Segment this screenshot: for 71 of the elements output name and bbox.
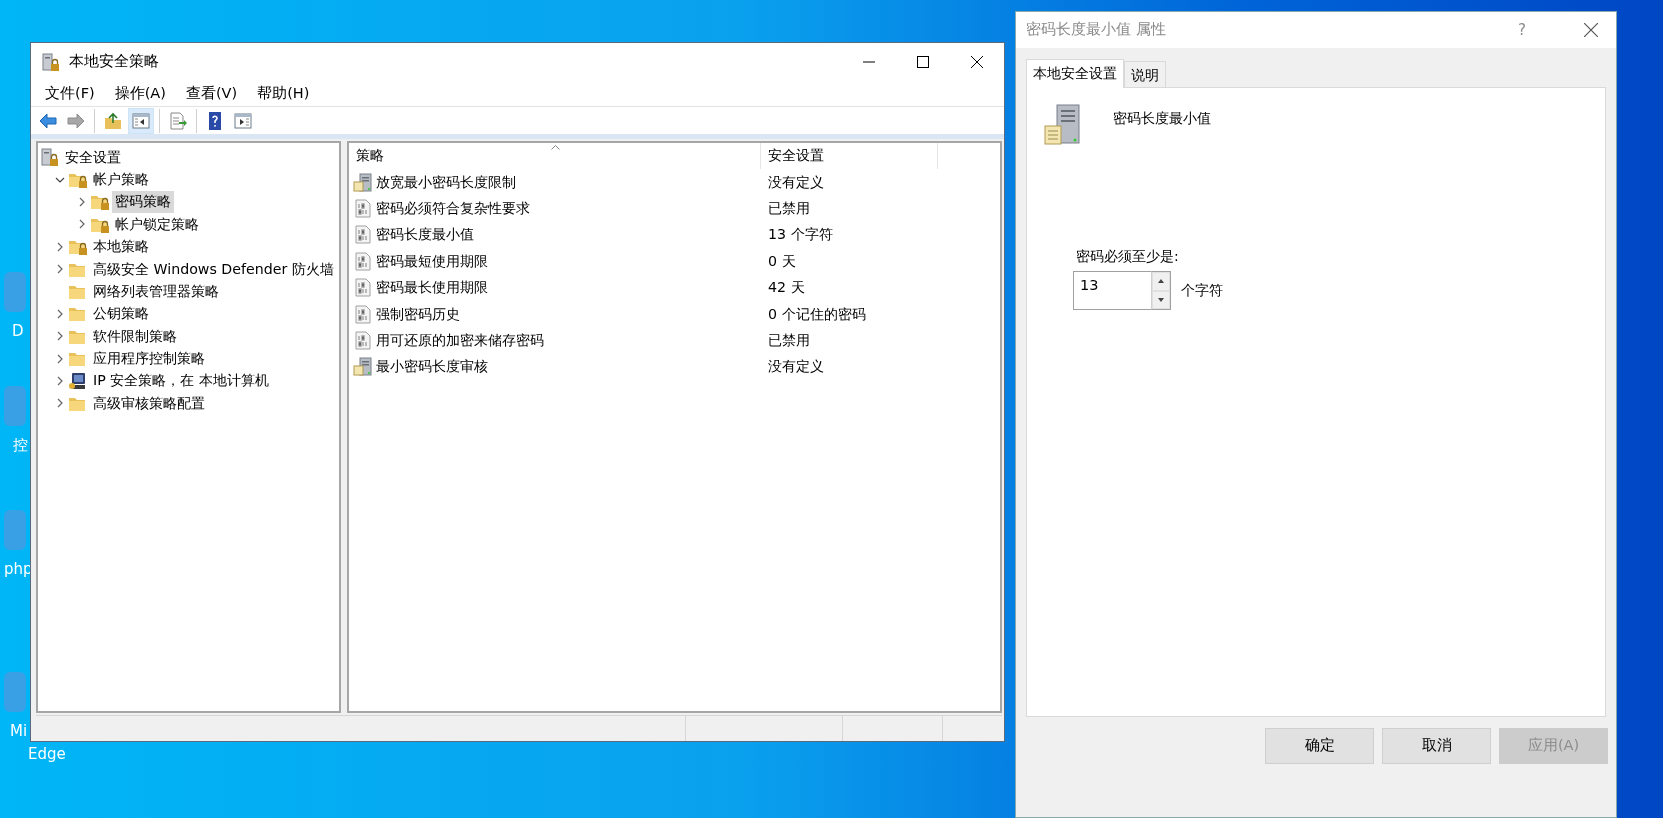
field-label: 密码必须至少是: (1076, 247, 1180, 266)
console-tree-icon[interactable] (131, 110, 151, 131)
table-cell-text: 密码长度最小值 (376, 225, 474, 245)
desktop-icon-label: Mi (10, 722, 28, 741)
server-document-icon (353, 172, 373, 192)
binary-document-icon (353, 225, 373, 245)
tree-item[interactable]: 软件限制策略 (90, 325, 180, 347)
dialog-title: 密码长度最小值 属性 (1026, 20, 1166, 40)
table-cell-text: 用可还原的加密来储存密码 (376, 330, 544, 350)
menu-item[interactable]: 文件(F) (35, 82, 105, 105)
tree-item[interactable]: 密码策略 (112, 191, 174, 213)
server-lock-icon (40, 147, 60, 167)
desktop-icon-label: Edge (28, 745, 66, 764)
help-button[interactable]: ? (1518, 18, 1526, 42)
server-document-icon (353, 357, 373, 377)
binary-document-icon (353, 278, 373, 298)
binary-document-icon (353, 199, 373, 219)
table-cell-text: 42 天 (767, 278, 805, 298)
desktop-icon-label: D (12, 322, 24, 341)
server-document-icon (1043, 104, 1083, 146)
tab[interactable]: 本地安全设置 (1026, 59, 1124, 88)
table-cell-text: 13 个字符 (767, 225, 833, 245)
menu-item[interactable]: 操作(A) (104, 82, 176, 105)
folder-up-icon[interactable] (103, 110, 123, 131)
number-field[interactable]: 13 (1073, 271, 1151, 310)
window-title: 本地安全策略 (69, 52, 159, 72)
maximize-icon[interactable] (917, 54, 929, 70)
tree-item[interactable]: IP 安全策略，在 本地计算机 (90, 370, 272, 392)
dialog-button[interactable]: 确定 (1265, 728, 1374, 764)
table-cell-text: 强制密码历史 (376, 304, 460, 324)
column-header[interactable]: 策略 (349, 143, 761, 169)
sort-caret-icon (551, 145, 560, 150)
menu-item[interactable]: 帮助(H) (247, 82, 320, 105)
tree-item[interactable]: 安全设置 (62, 146, 124, 168)
export-list-icon[interactable] (168, 110, 188, 131)
spin-down-icon[interactable] (1158, 297, 1164, 302)
tree-item[interactable]: 高级安全 Windows Defender 防火墙 (90, 258, 337, 280)
action-pane-icon[interactable] (233, 110, 253, 131)
binary-document-icon (353, 331, 373, 351)
desktop-icon-label: 控 (13, 436, 28, 455)
table-cell-text: 0 天 (767, 251, 796, 271)
binary-document-icon (353, 304, 373, 324)
binary-document-icon (353, 251, 373, 271)
tree-item[interactable]: 帐户策略 (90, 168, 152, 191)
spin-up-icon[interactable] (1158, 279, 1164, 284)
tree-item[interactable]: 帐户锁定策略 (112, 213, 202, 235)
table-cell-text: 已禁用 (767, 330, 810, 350)
dialog-button[interactable]: 取消 (1382, 728, 1491, 764)
tree-item[interactable]: 高级审核策略配置 (90, 392, 208, 415)
server-lock-icon (41, 52, 61, 72)
computer-key-icon (68, 371, 88, 391)
table-cell-text: 放宽最小密码长度限制 (376, 172, 516, 192)
close-icon[interactable] (971, 54, 983, 70)
table-cell-text: 最小密码长度审核 (376, 357, 488, 377)
table-cell-text: 密码最长使用期限 (376, 278, 488, 298)
table-cell-text: 没有定义 (767, 357, 824, 377)
tree-item[interactable]: 网络列表管理器策略 (90, 280, 222, 303)
policy-name: 密码长度最小值 (1113, 109, 1211, 128)
table-cell-text: 0 个记住的密码 (767, 304, 866, 324)
table-cell-text: 密码最短使用期限 (376, 251, 488, 271)
unit-label: 个字符 (1181, 281, 1223, 300)
table-cell-text: 已禁用 (767, 198, 810, 218)
tree-item[interactable]: 应用程序控制策略 (90, 348, 208, 370)
tab[interactable]: 说明 (1124, 61, 1166, 87)
table-cell-text: 没有定义 (767, 172, 824, 192)
tree-item[interactable]: 公钥策略 (90, 303, 152, 325)
column-header[interactable]: 安全设置 (761, 143, 938, 169)
table-cell-text: 密码必须符合复杂性要求 (376, 198, 530, 218)
menu-item[interactable]: 查看(V) (175, 82, 248, 105)
tree-item[interactable]: 本地策略 (90, 236, 152, 258)
close-icon[interactable] (1584, 23, 1598, 37)
